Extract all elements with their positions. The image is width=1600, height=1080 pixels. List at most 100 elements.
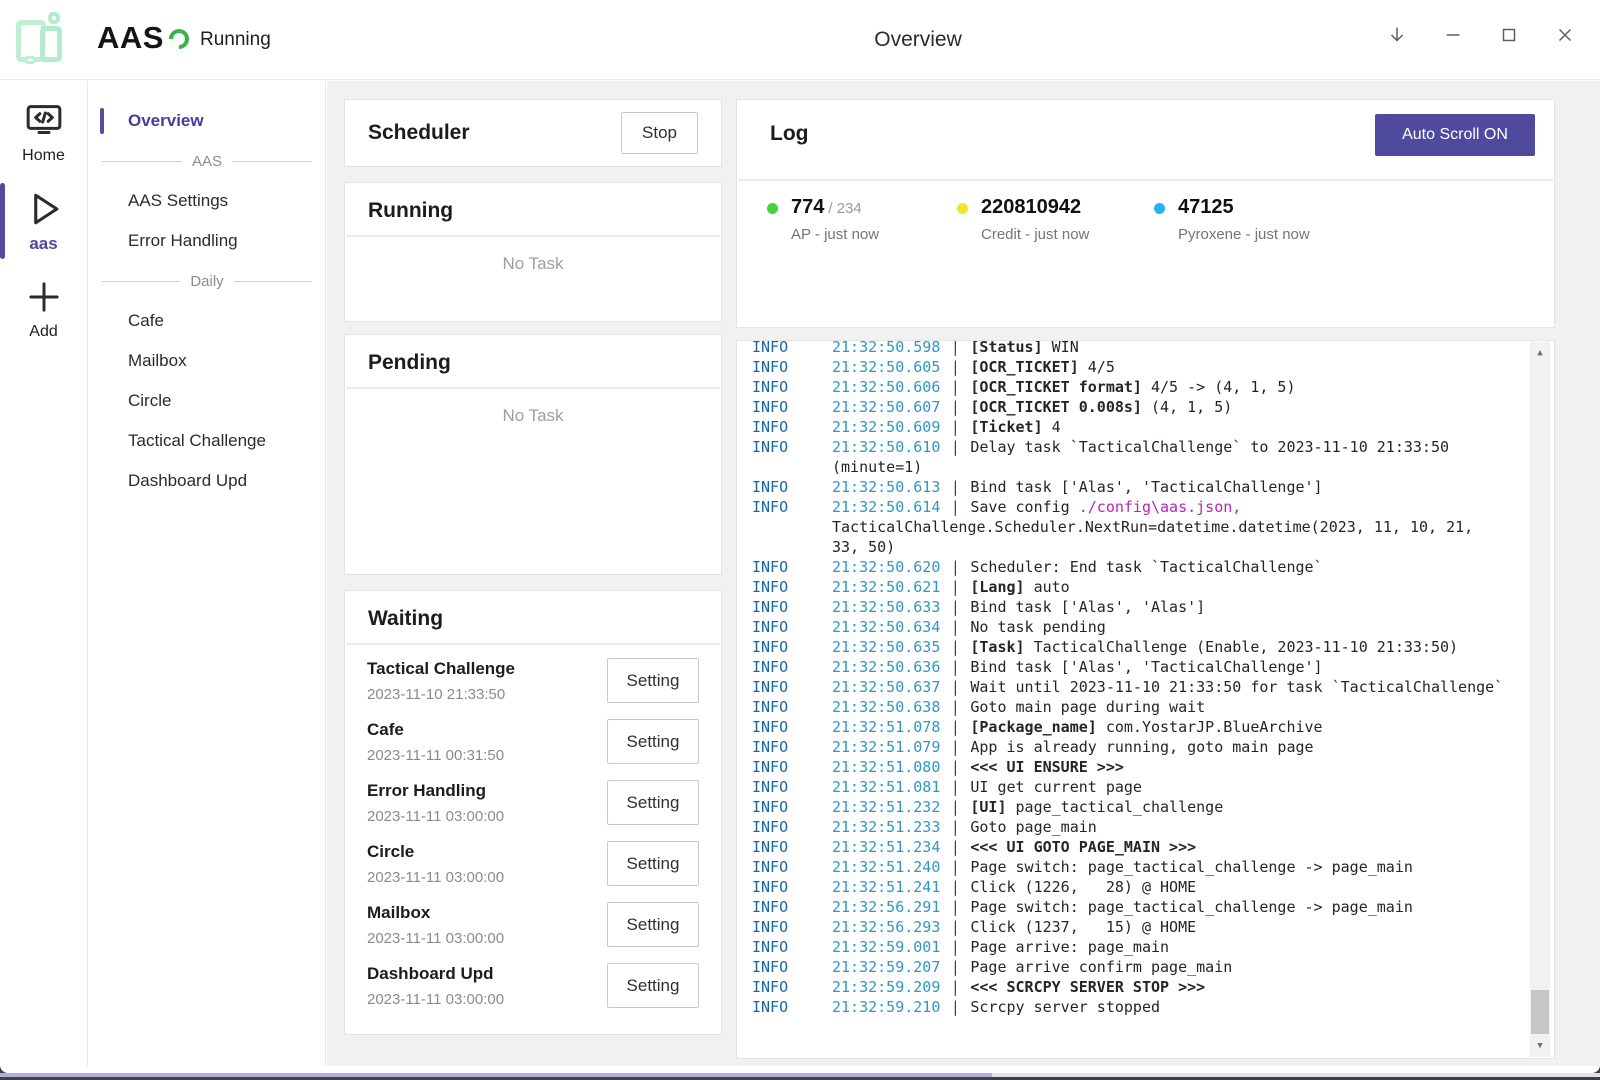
log-line: INFO21:32:51.240|Page switch: page_tacti…	[737, 857, 1528, 877]
log-timestamp: 21:32:50.605	[832, 357, 940, 377]
stat-dot-pyroxene-icon	[1154, 203, 1165, 214]
log-message: [Package_name] com.YostarJP.BlueArchive	[970, 717, 1528, 737]
sidebar-item-tactical-challenge[interactable]: Tactical Challenge	[89, 421, 325, 461]
waiting-panel: Waiting Tactical Challenge2023-11-10 21:…	[344, 590, 722, 1035]
log-message-part: Page arrive: page_main	[970, 938, 1169, 956]
log-message: Bind task ['Alas', 'Alas']	[970, 597, 1528, 617]
stat-body: 774/ 234AP - just now	[791, 196, 879, 243]
log-message-part: auto	[1025, 578, 1070, 596]
sidebar-item-cafe[interactable]: Cafe	[89, 301, 325, 341]
setting-button-tactical-challenge[interactable]: Setting	[607, 658, 699, 703]
log-level: INFO	[737, 437, 832, 457]
log-message: <<< SCRCPY SERVER STOP >>>	[970, 977, 1528, 997]
log-separator: |	[940, 977, 970, 997]
log-line: INFO21:32:51.233|Goto page_main	[737, 817, 1528, 837]
setting-button-dashboard-upd[interactable]: Setting	[607, 963, 699, 1008]
waiting-item-info: Circle2023-11-11 03:00:00	[367, 842, 504, 886]
log-message-part: Save config	[970, 498, 1078, 516]
log-message-part: page_tactical_challenge	[1007, 798, 1224, 816]
log-lines: INFO21:32:50.598|[Status] WININFO21:32:5…	[737, 340, 1528, 1017]
stop-button[interactable]: Stop	[621, 112, 698, 154]
log-timestamp: 21:32:50.621	[832, 577, 940, 597]
rail-item-home[interactable]: Home	[0, 94, 88, 173]
log-message-part: Page arrive confirm page_main	[970, 958, 1232, 976]
log-timestamp: 21:32:59.210	[832, 997, 940, 1017]
log-timestamp: 21:32:50.637	[832, 677, 940, 697]
sidebar-item-overview[interactable]: Overview	[89, 101, 325, 141]
log-message: [OCR_TICKET 0.008s] (4, 1, 5)	[970, 397, 1528, 417]
rail-item-add[interactable]: Add	[0, 270, 88, 349]
selected-indicator	[100, 108, 104, 134]
log-message-part: TacticalChallenge (Enable, 2023-11-10 21…	[1025, 638, 1458, 656]
waiting-task-name: Error Handling	[367, 781, 504, 801]
close-icon	[1554, 24, 1576, 46]
auto-scroll-button[interactable]: Auto Scroll ON	[1375, 114, 1535, 156]
sidebar-item-mailbox[interactable]: Mailbox	[89, 341, 325, 381]
sidebar-item-dashboard-upd[interactable]: Dashboard Upd	[89, 461, 325, 501]
scrollbar-thumb[interactable]	[1531, 990, 1549, 1034]
stat-body: 47125Pyroxene - just now	[1178, 196, 1310, 243]
log-message: [Task] TacticalChallenge (Enable, 2023-1…	[970, 637, 1528, 657]
setting-button-circle[interactable]: Setting	[607, 841, 699, 886]
waiting-item-dashboard-upd: Dashboard Upd2023-11-11 03:00:00Setting	[367, 955, 699, 1016]
sidebar-item-aas-settings[interactable]: AAS Settings	[89, 181, 325, 221]
log-line-continuation: TacticalChallenge.Scheduler.NextRun=date…	[737, 517, 1528, 537]
app-name: AAS	[97, 20, 164, 56]
setting-button-mailbox[interactable]: Setting	[607, 902, 699, 947]
log-timestamp: 21:32:51.232	[832, 797, 940, 817]
arrow-down-icon	[1386, 24, 1408, 46]
sidebar-item-circle[interactable]: Circle	[89, 381, 325, 421]
rail-item-aas[interactable]: aas	[0, 181, 88, 262]
log-level: INFO	[737, 477, 832, 497]
play-icon	[0, 187, 88, 233]
log-timestamp: 21:32:56.291	[832, 897, 940, 917]
log-timestamp: 21:32:50.614	[832, 497, 940, 517]
setting-button-cafe[interactable]: Setting	[607, 719, 699, 764]
log-timestamp: 21:32:51.079	[832, 737, 940, 757]
log-message: [Lang] auto	[970, 577, 1528, 597]
log-message: Goto main page during wait	[970, 697, 1528, 717]
log-timestamp: 21:32:51.240	[832, 857, 940, 877]
log-separator: |	[940, 657, 970, 677]
log-separator: |	[940, 340, 970, 357]
stat-value: 47125	[1178, 196, 1234, 218]
log-message: Scrcpy server stopped	[970, 997, 1528, 1017]
sidebar-item-error-handling[interactable]: Error Handling	[89, 221, 325, 261]
stat-value-row: 47125	[1178, 196, 1310, 219]
log-level: INFO	[737, 897, 832, 917]
log-scrollbar[interactable]: ▲ ▼	[1530, 342, 1550, 1057]
log-message-part: <<< UI ENSURE >>>	[970, 758, 1124, 776]
sidebar: OverviewAASAAS SettingsError HandlingDai…	[89, 81, 326, 1066]
log-level: INFO	[737, 377, 832, 397]
minimize-button[interactable]	[1430, 12, 1476, 58]
stat-label: Credit - just now	[981, 226, 1089, 243]
pending-title: Pending	[345, 335, 721, 387]
waiting-task-name: Dashboard Upd	[367, 964, 504, 984]
log-message-part: Goto page_main	[970, 818, 1096, 836]
code-monitor-icon	[0, 100, 88, 146]
log-level: INFO	[737, 557, 832, 577]
log-message-part: <<< SCRCPY SERVER STOP >>>	[970, 978, 1205, 996]
log-timestamp: 21:32:59.001	[832, 937, 940, 957]
log-level: INFO	[737, 697, 832, 717]
hide-window-button[interactable]	[1374, 12, 1420, 58]
close-button[interactable]	[1542, 12, 1588, 58]
log-message: Scheduler: End task `TacticalChallenge`	[970, 557, 1528, 577]
log-separator: |	[940, 497, 970, 517]
log-separator: |	[940, 997, 970, 1017]
log-timestamp: 21:32:50.609	[832, 417, 940, 437]
divider-line	[102, 281, 180, 282]
log-message-part: Page switch: page_tactical_challenge -> …	[970, 858, 1413, 876]
log-separator: |	[940, 377, 970, 397]
minimize-icon	[1442, 24, 1464, 46]
log-message-part: <<< UI GOTO PAGE_MAIN >>>	[970, 838, 1196, 856]
scroll-down-arrow-icon[interactable]: ▼	[1530, 1038, 1550, 1054]
log-timestamp: 21:32:50.635	[832, 637, 940, 657]
running-spinner-icon	[165, 25, 193, 53]
log-line: INFO21:32:50.606|[OCR_TICKET format] 4/5…	[737, 377, 1528, 397]
scroll-up-arrow-icon[interactable]: ▲	[1530, 345, 1550, 361]
maximize-button[interactable]	[1486, 12, 1532, 58]
setting-button-error-handling[interactable]: Setting	[607, 780, 699, 825]
log-level: INFO	[737, 817, 832, 837]
selected-rail-indicator	[0, 183, 5, 259]
